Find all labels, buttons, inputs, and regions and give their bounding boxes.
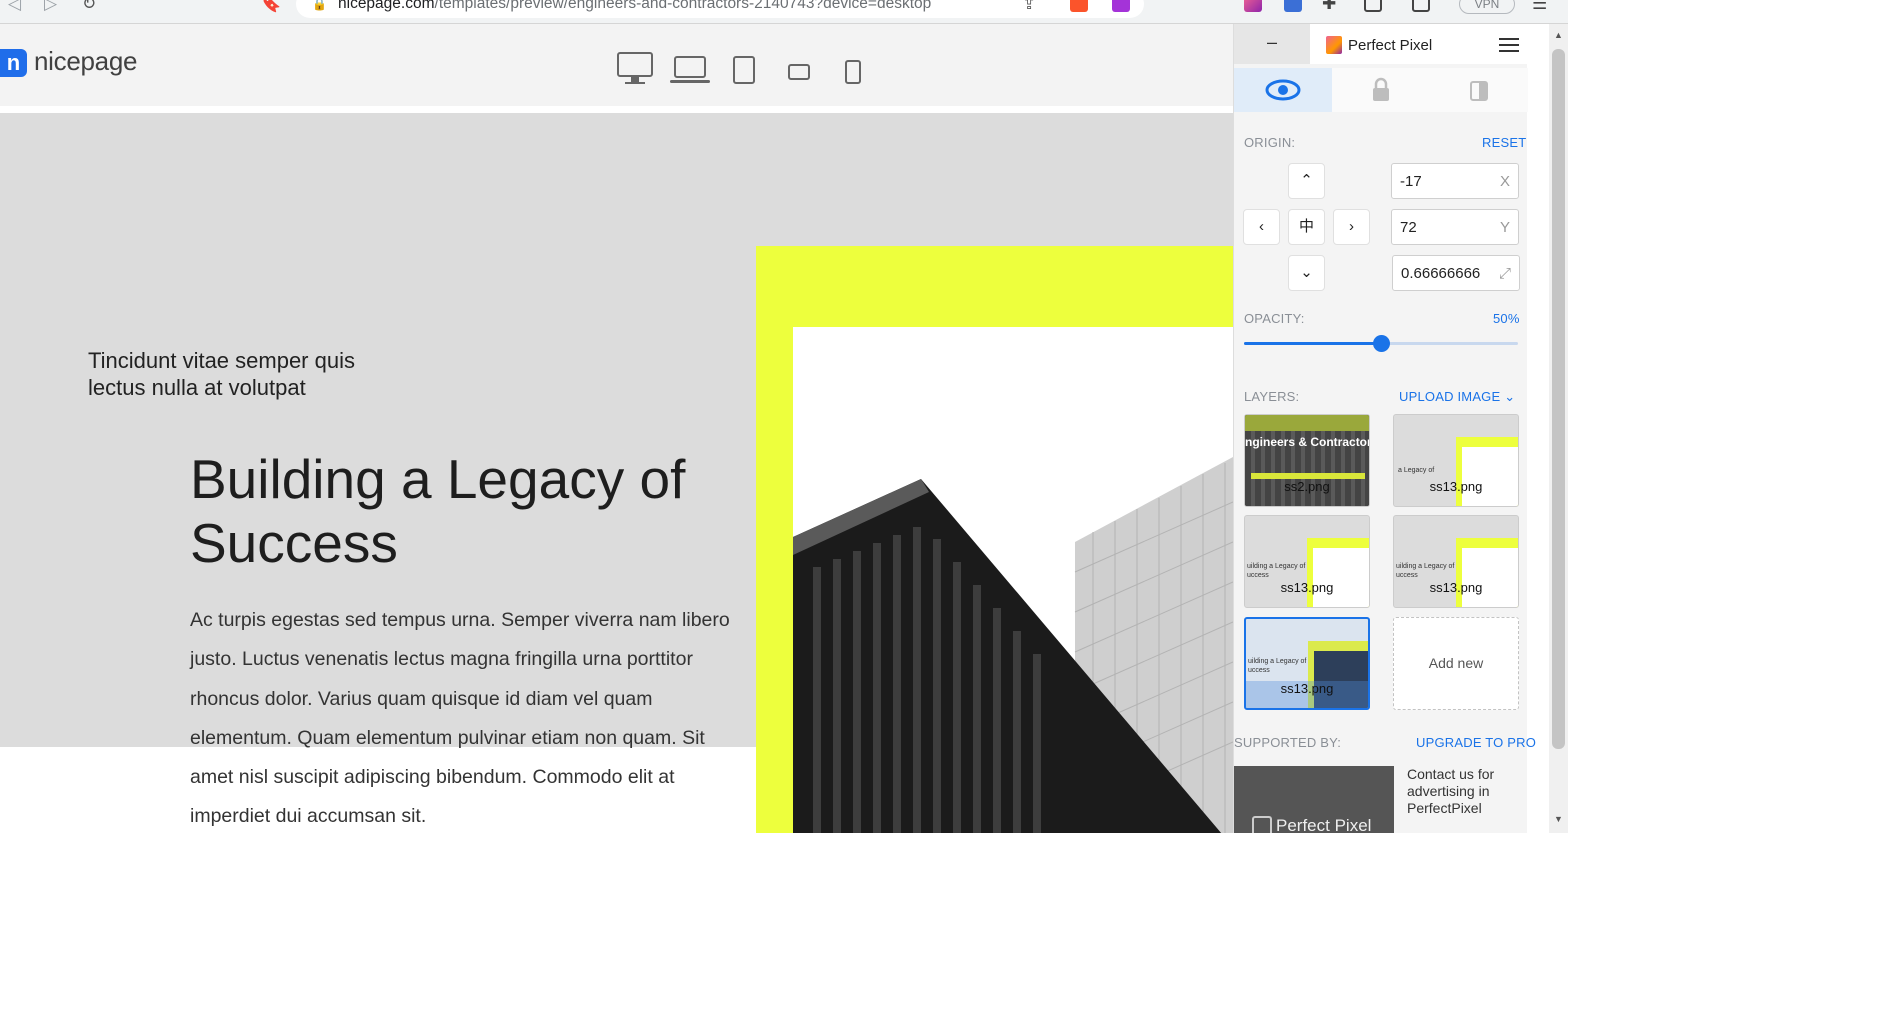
url-text[interactable]: nicepage.com/templates/preview/engineers… xyxy=(338,0,931,13)
eye-icon xyxy=(1265,79,1301,101)
browser-toolbar: ◁ ▷ ↻ 🔖 🔒 nicepage.com/templates/preview… xyxy=(0,0,1568,24)
tablet-icon[interactable] xyxy=(733,56,755,84)
chevron-down-icon: ⌄ xyxy=(1504,389,1516,404)
scale-field[interactable]: ⤢ xyxy=(1392,255,1520,291)
site-preview: n nicepage Tincidunt vitae semper quis l… xyxy=(0,24,1233,833)
y-suffix: Y xyxy=(1499,219,1510,236)
hero-headline: Building a Legacy of Success xyxy=(190,448,686,574)
layer-name: ss13.png xyxy=(1280,681,1334,696)
layer-thumbnail[interactable]: uilding a Legacy of uccess ss13.png xyxy=(1244,515,1370,608)
hero-section: Tincidunt vitae semper quis lectus nulla… xyxy=(0,113,1233,833)
puzzle-icon[interactable]: ✚ xyxy=(1322,0,1336,14)
ad-banner[interactable]: Perfect Pixel xyxy=(1234,766,1394,835)
layer-name: ss13.png xyxy=(1429,479,1483,494)
move-down-button[interactable]: ⌄ xyxy=(1288,255,1325,291)
opacity-value: 50% xyxy=(1493,311,1520,326)
upload-image-button[interactable]: UPLOAD IMAGE ⌄ xyxy=(1399,389,1515,405)
lock-icon xyxy=(1373,77,1389,101)
layer-thumbnail[interactable]: ngineers & Contractor ss2.png xyxy=(1244,414,1370,507)
brave-rewards-icon[interactable] xyxy=(1112,0,1130,12)
supported-by-label: SUPPORTED BY: xyxy=(1234,735,1342,750)
forward-icon[interactable]: ▷ xyxy=(44,0,57,14)
phone-icon[interactable] xyxy=(845,60,861,84)
building-illustration xyxy=(793,327,1233,833)
ad-text[interactable]: Contact us for advertising in PerfectPix… xyxy=(1407,766,1525,817)
building-photo xyxy=(793,327,1233,833)
perfect-pixel-panel: – Perfect Pixel ORIGIN: RESET ⌃ ‹ 中 › ⌄ … xyxy=(1233,24,1536,835)
sidebar-icon[interactable] xyxy=(1364,0,1382,12)
upload-image-label: UPLOAD IMAGE xyxy=(1399,389,1501,404)
layer-name: ss13.png xyxy=(1280,580,1334,595)
tab-visibility[interactable] xyxy=(1234,68,1332,112)
scroll-down-icon[interactable]: ▼ xyxy=(1554,814,1563,824)
opacity-slider-fill xyxy=(1244,342,1381,345)
desktop-icon[interactable] xyxy=(615,52,655,86)
panel-tabs xyxy=(1234,68,1528,112)
tab-lock[interactable] xyxy=(1332,68,1430,112)
move-right-button[interactable]: › xyxy=(1333,209,1370,245)
layer-thumbnail[interactable]: a Legacy of ss13.png xyxy=(1393,414,1519,507)
hero-body-text: Ac turpis egestas sed tempus urna. Sempe… xyxy=(190,609,730,828)
invert-icon xyxy=(1470,81,1488,101)
layer-thumbnail[interactable]: uilding a Legacy of uccess ss13.png xyxy=(1393,515,1519,608)
layer-title: ngineers & Contractor xyxy=(1245,435,1370,449)
hamburger-menu-icon[interactable] xyxy=(1499,38,1519,52)
brave-shield-icon[interactable] xyxy=(1070,0,1088,12)
ad-brand: Perfect Pixel xyxy=(1276,816,1372,835)
opacity-slider[interactable] xyxy=(1244,335,1518,352)
resize-icon: ⤢ xyxy=(1498,265,1511,282)
scroll-up-icon[interactable]: ▲ xyxy=(1554,30,1563,40)
layer-thumbnail-selected[interactable]: uilding a Legacy of uccess ss13.png xyxy=(1244,617,1370,710)
panel-header: – Perfect Pixel xyxy=(1234,24,1528,64)
scale-input[interactable] xyxy=(1401,265,1495,282)
reload-icon[interactable]: ↻ xyxy=(82,0,96,14)
upgrade-to-pro-link[interactable]: UPGRADE TO PRO xyxy=(1416,735,1536,750)
move-up-button[interactable]: ⌃ xyxy=(1288,163,1325,199)
hero-tagline: Tincidunt vitae semper quis lectus nulla… xyxy=(88,348,355,400)
y-field[interactable]: Y xyxy=(1391,209,1519,245)
back-icon[interactable]: ◁ xyxy=(8,0,21,14)
laptop-icon[interactable] xyxy=(670,56,710,86)
layer-mini-text: uilding a Legacy of uccess xyxy=(1396,563,1455,579)
wallet-icon[interactable] xyxy=(1412,0,1430,12)
share-icon[interactable]: ⇪ xyxy=(1022,0,1036,14)
nicepage-logo-text[interactable]: nicepage xyxy=(34,46,137,77)
extension-icon[interactable] xyxy=(1284,0,1302,12)
layer-mini-text: a Legacy of xyxy=(1398,467,1435,474)
panel-title: Perfect Pixel xyxy=(1348,37,1433,54)
layer-mini-text: uilding a Legacy of uccess xyxy=(1248,658,1307,674)
x-suffix: X xyxy=(1499,173,1510,190)
opacity-label: OPACITY: xyxy=(1244,311,1305,326)
url-path: /templates/preview/engineers-and-contrac… xyxy=(434,0,932,12)
opacity-slider-thumb[interactable] xyxy=(1373,335,1390,352)
reset-button[interactable]: RESET xyxy=(1482,135,1526,150)
tablet-landscape-icon[interactable] xyxy=(788,64,810,80)
layer-name: ss13.png xyxy=(1429,580,1483,595)
layers-label: LAYERS: xyxy=(1244,389,1300,404)
layer-name: ss2.png xyxy=(1284,479,1330,494)
url-host: nicepage.com xyxy=(338,0,435,12)
tab-invert[interactable] xyxy=(1430,68,1528,112)
nicepage-logo-icon[interactable]: n xyxy=(0,49,27,77)
minimize-button[interactable]: – xyxy=(1234,24,1310,64)
menu-icon[interactable]: ☰ xyxy=(1532,0,1547,14)
add-new-layer-button[interactable]: Add new xyxy=(1393,617,1519,710)
lock-icon: 🔒 xyxy=(312,0,327,11)
panel-scrollbar[interactable]: ▲ ▼ xyxy=(1549,24,1568,833)
perfect-pixel-ad-logo-icon xyxy=(1252,816,1272,833)
bookmark-icon[interactable]: 🔖 xyxy=(260,0,281,14)
perfect-pixel-extension-icon[interactable] xyxy=(1244,0,1262,12)
origin-label: ORIGIN: xyxy=(1244,135,1296,150)
x-input[interactable] xyxy=(1400,173,1494,190)
layer-mini-text: uilding a Legacy of uccess xyxy=(1247,563,1306,579)
move-left-button[interactable]: ‹ xyxy=(1243,209,1280,245)
x-field[interactable]: X xyxy=(1391,163,1519,199)
vpn-button[interactable]: VPN xyxy=(1459,0,1515,14)
scrollbar-thumb[interactable] xyxy=(1552,49,1565,749)
perfect-pixel-logo-icon xyxy=(1326,36,1342,54)
y-input[interactable] xyxy=(1400,219,1494,236)
center-button[interactable]: 中 xyxy=(1288,209,1325,245)
preview-header: n nicepage xyxy=(0,24,1233,106)
